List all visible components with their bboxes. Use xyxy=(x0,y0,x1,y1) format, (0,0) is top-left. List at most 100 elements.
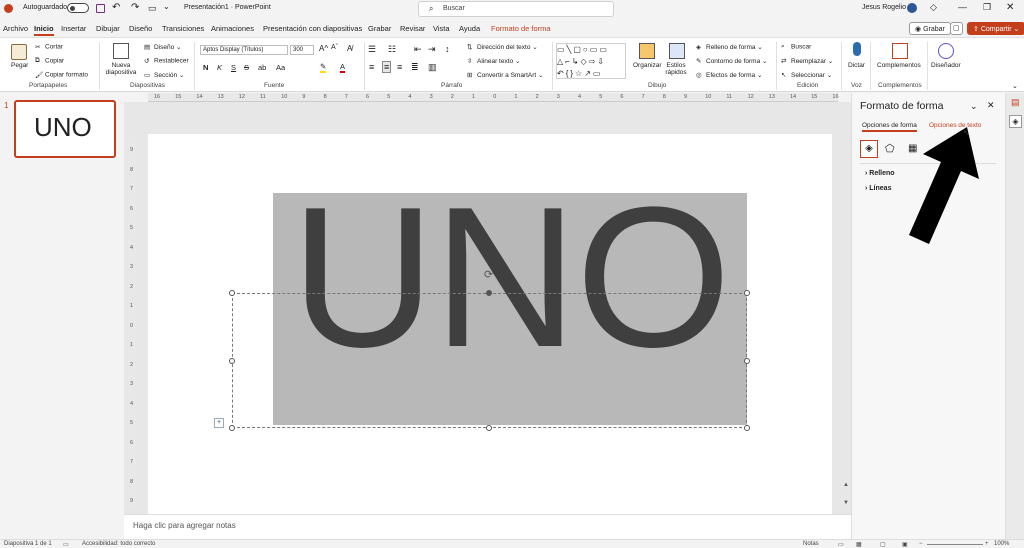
notes-pane[interactable]: Haga clic para agregar notas xyxy=(124,514,851,539)
resize-handle[interactable] xyxy=(744,290,750,296)
horizontal-ruler[interactable]: 16 15 14 13 12 11 10 9 8 7 6 5 4 3 2 1 0 1 2 3 4 5 6 7 8 9 10 11 12 1… xyxy=(148,93,839,102)
arrange-icon[interactable] xyxy=(639,43,655,59)
text-direction-button[interactable]: ⇅ Dirección del texto ⌄ xyxy=(467,43,538,51)
tab-formato-forma[interactable]: Formato de forma xyxy=(491,24,551,33)
bullets-icon[interactable]: ☰ xyxy=(368,44,376,55)
dictate-button[interactable]: Dictar xyxy=(848,62,865,69)
search-box[interactable]: ⌕ Buscar xyxy=(418,1,614,17)
text-box-selection[interactable] xyxy=(232,293,747,428)
new-slide-button[interactable]: Nueva diapositiva xyxy=(102,62,140,76)
align-left-icon[interactable]: ≡ xyxy=(369,62,374,72)
layout-options-icon[interactable]: + xyxy=(214,418,224,428)
microphone-icon[interactable] xyxy=(853,42,861,56)
present-icon[interactable]: ▭ xyxy=(148,3,157,14)
indent-decrease-icon[interactable]: ⇤ xyxy=(414,44,422,55)
designer-icon[interactable] xyxy=(938,43,954,59)
user-name[interactable]: Jesus Rogelio xyxy=(862,4,906,11)
shape-fill-button[interactable]: ◈ Relleno de forma ⌄ xyxy=(696,43,763,51)
quick-styles-button[interactable]: Estilos rápidos xyxy=(662,62,690,76)
font-size-dropdown[interactable]: 300 xyxy=(290,45,314,55)
tab-ayuda[interactable]: Ayuda xyxy=(459,24,480,33)
notes-placeholder[interactable]: Haga clic para agregar notas xyxy=(133,521,236,530)
strikethrough-button[interactable]: S xyxy=(244,63,249,72)
resize-handle[interactable] xyxy=(229,425,235,431)
grow-font-icon[interactable]: A^ xyxy=(319,44,328,53)
designer-button[interactable]: Diseñador xyxy=(931,62,961,69)
zoom-in-icon[interactable]: + xyxy=(985,541,989,547)
tab-vista[interactable]: Vista xyxy=(433,24,450,33)
maximize-icon[interactable]: ❐ xyxy=(983,2,991,13)
italic-button[interactable]: K xyxy=(217,63,222,72)
tab-grabar[interactable]: Grabar xyxy=(368,24,391,33)
paste-icon[interactable] xyxy=(11,44,27,60)
format-shape-icon[interactable]: ◈ xyxy=(1009,115,1022,128)
tab-insertar[interactable]: Insertar xyxy=(61,24,86,33)
fill-section[interactable]: › Relleno xyxy=(865,170,895,177)
panel-icon[interactable]: ▤ xyxy=(1011,97,1020,108)
tab-dibujar[interactable]: Dibujar xyxy=(96,24,120,33)
diamond-icon[interactable]: ◇ xyxy=(930,2,937,13)
reading-view-icon[interactable]: ▢ xyxy=(880,541,886,548)
section-button[interactable]: ▭ Sección ⌄ xyxy=(144,71,184,79)
accessibility-status[interactable]: Accesibilidad: todo correcto xyxy=(82,541,155,547)
pentagon-icon[interactable]: ⬠ xyxy=(885,142,895,155)
sorter-view-icon[interactable]: ▦ xyxy=(856,541,862,548)
char-spacing-button[interactable]: ab xyxy=(258,63,266,72)
format-painter-button[interactable]: 🖌 Copiar formato xyxy=(35,71,88,79)
save-icon[interactable] xyxy=(96,4,105,13)
notes-toggle[interactable]: Notas xyxy=(803,541,819,547)
shapes-gallery[interactable]: ▭╲▢○▭▭ △⌐↳◇⇨⇩ ↶{}☆↗▭ xyxy=(556,43,626,79)
comments-button[interactable]: ▢ xyxy=(950,22,963,35)
bold-button[interactable]: N xyxy=(203,63,208,72)
smartart-button[interactable]: ⊞ Convertir a SmartArt ⌄ xyxy=(467,71,544,79)
find-button[interactable]: ⌕ Buscar xyxy=(781,43,811,51)
reset-button[interactable]: ↺ Restablecer xyxy=(144,57,189,65)
autosave-toggle[interactable] xyxy=(67,3,89,13)
avatar[interactable] xyxy=(907,3,917,13)
chevron-down-icon[interactable]: ⌄ xyxy=(1012,82,1018,90)
chevron-down-icon[interactable]: ⌄ xyxy=(970,101,978,112)
paste-button[interactable]: Pegar xyxy=(11,62,28,69)
scroll-down-icon[interactable]: ▼ xyxy=(843,500,849,506)
record-button[interactable]: ◉ Grabar xyxy=(909,22,951,35)
align-right-icon[interactable]: ≡ xyxy=(397,62,402,72)
indent-increase-icon[interactable]: ⇥ xyxy=(428,44,436,55)
tab-archivo[interactable]: Archivo xyxy=(3,24,28,33)
addins-button[interactable]: Complementos xyxy=(877,62,921,69)
zoom-slider[interactable] xyxy=(927,544,983,545)
redo-icon[interactable]: ↷ xyxy=(131,2,139,13)
shape-effects-button[interactable]: ◎ Efectos de forma ⌄ xyxy=(696,71,762,79)
align-text-button[interactable]: ⇳ Alinear texto ⌄ xyxy=(467,57,520,65)
resize-handle[interactable] xyxy=(744,358,750,364)
replace-button[interactable]: ⇄ Reemplazar ⌄ xyxy=(781,57,833,65)
normal-view-icon[interactable]: ▭ xyxy=(838,541,844,548)
tab-inicio[interactable]: Inicio xyxy=(34,24,54,36)
arrange-button[interactable]: Organizar xyxy=(633,62,662,69)
tab-revisar[interactable]: Revisar xyxy=(400,24,425,33)
tab-transiciones[interactable]: Transiciones xyxy=(162,24,204,33)
columns-icon[interactable]: ▥ xyxy=(428,62,437,73)
rotate-handle-icon[interactable]: ⟳ xyxy=(484,268,493,281)
resize-handle[interactable] xyxy=(486,290,492,296)
highlight-icon[interactable]: ✎ xyxy=(320,62,327,73)
minimize-icon[interactable]: — xyxy=(958,2,967,12)
lines-section[interactable]: › Líneas xyxy=(865,185,891,192)
underline-button[interactable]: S xyxy=(231,63,236,72)
new-slide-icon[interactable] xyxy=(113,43,129,59)
clear-format-icon[interactable]: A̸ xyxy=(347,44,352,53)
resize-handle[interactable] xyxy=(744,425,750,431)
font-color-icon[interactable]: A xyxy=(340,62,346,73)
justify-icon[interactable]: ≣ xyxy=(411,62,419,73)
change-case-button[interactable]: Aa xyxy=(276,63,285,72)
numbering-icon[interactable]: ☷ xyxy=(388,44,396,55)
tab-animaciones[interactable]: Animaciones xyxy=(211,24,254,33)
share-button[interactable]: ⇪ Compartir ⌄ xyxy=(967,22,1024,35)
scroll-up-icon[interactable]: ▲ xyxy=(843,482,849,488)
undo-icon[interactable]: ↶ xyxy=(112,2,120,13)
quick-styles-icon[interactable] xyxy=(669,43,685,59)
language-icon[interactable]: ▭ xyxy=(63,541,69,548)
close-icon[interactable]: ✕ xyxy=(1006,2,1014,13)
shrink-font-icon[interactable]: Aˇ xyxy=(331,44,338,51)
layout-button[interactable]: ▤ Diseño ⌄ xyxy=(144,43,182,51)
search-input[interactable]: Buscar xyxy=(443,5,465,12)
